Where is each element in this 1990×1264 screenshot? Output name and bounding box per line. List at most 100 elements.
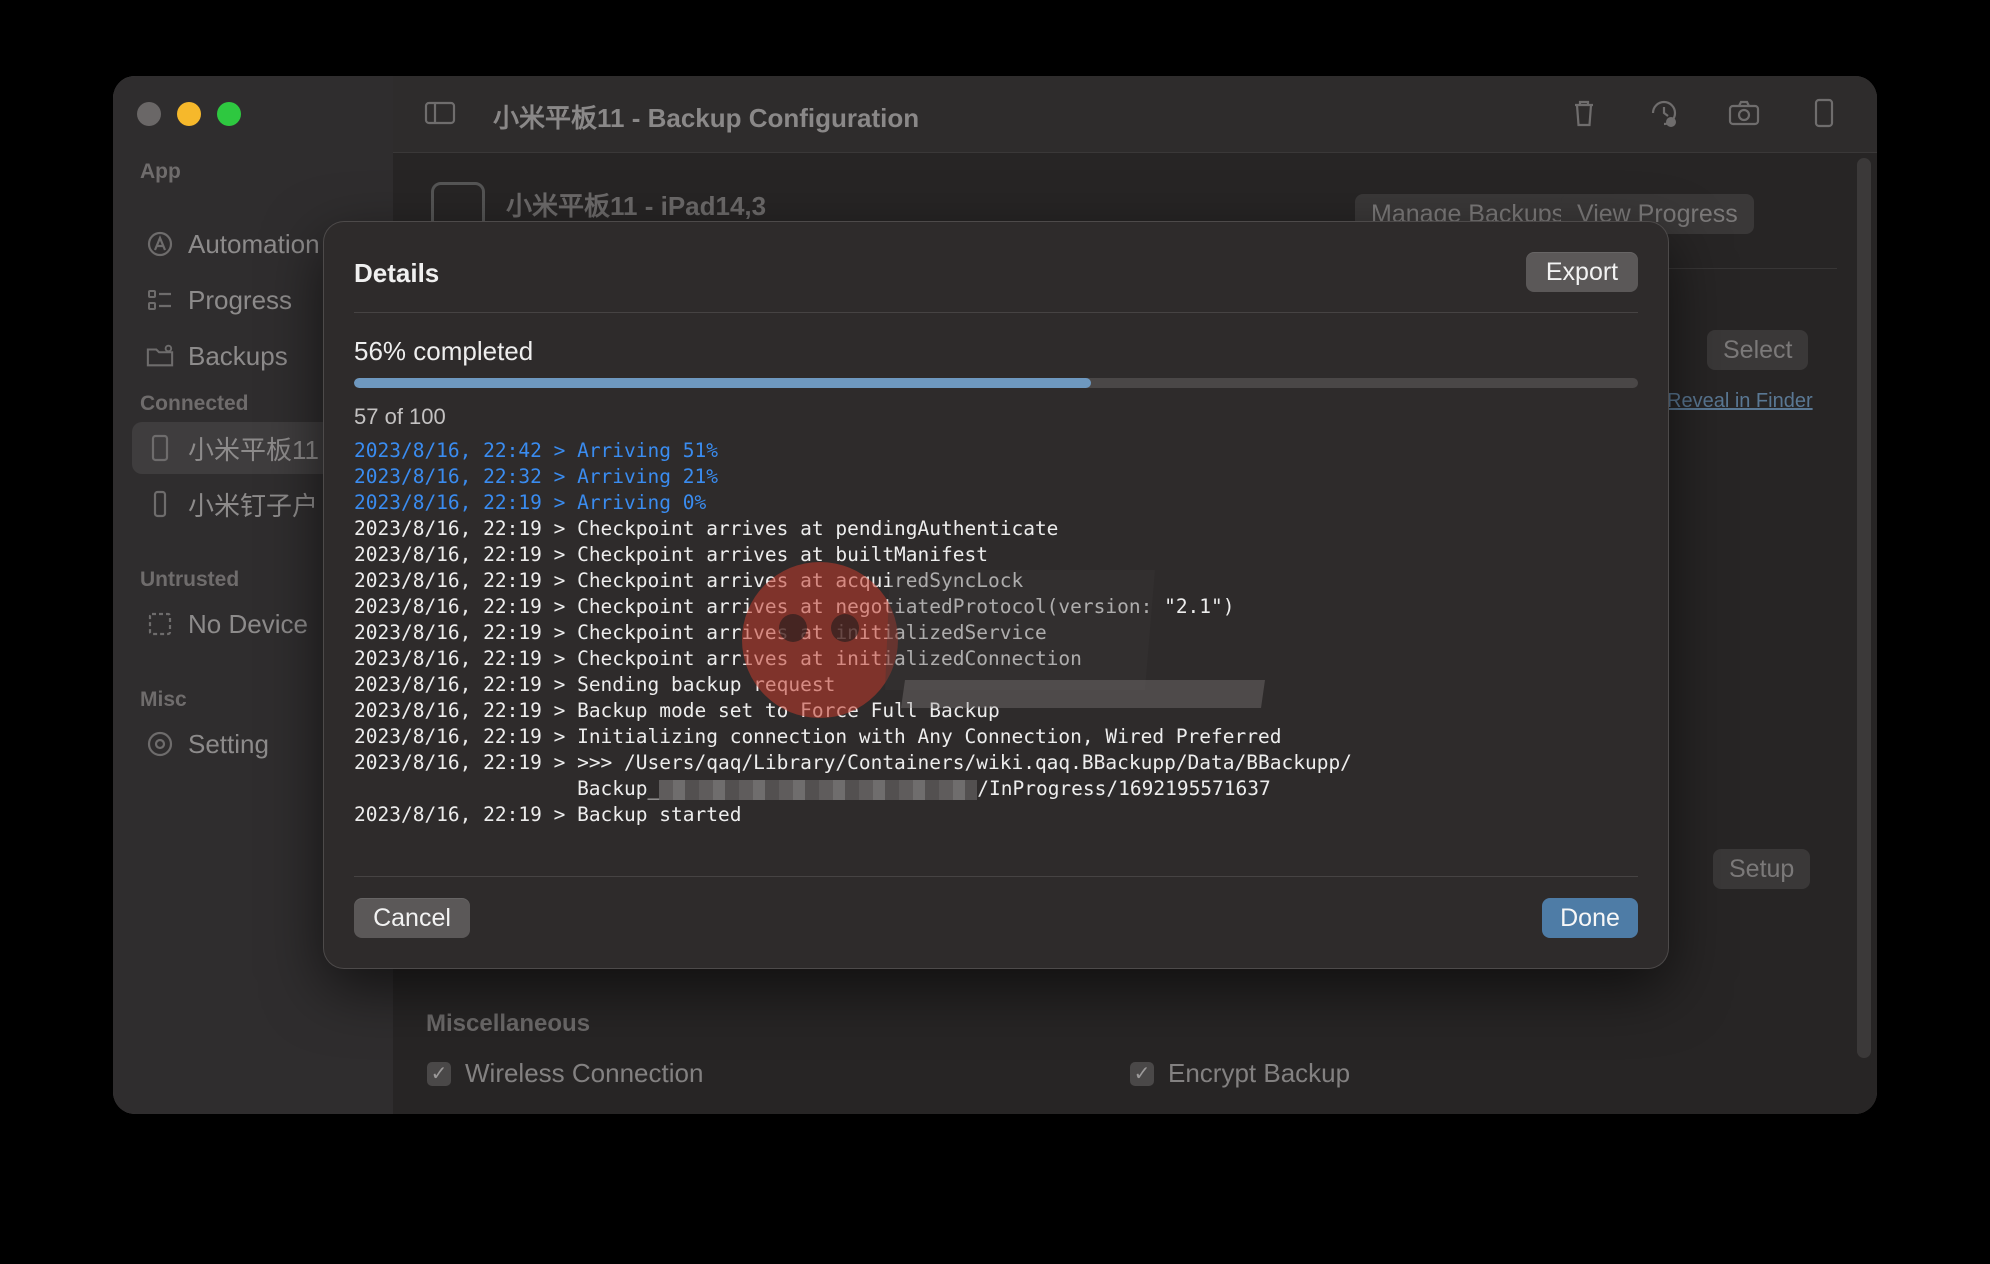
details-dialog: Details Export 56% completed 57 of 100 2… <box>324 222 1668 968</box>
log-timestamp: 2023/8/16, 22:19 <box>354 725 542 748</box>
log-message: Backup started <box>577 803 742 826</box>
sidebar-item-label: Automation <box>188 228 320 259</box>
scrollbar[interactable] <box>1857 158 1871 1058</box>
done-button[interactable]: Done <box>1542 898 1638 938</box>
log-line: 2023/8/16, 22:42 > Arriving 51% <box>354 438 1352 464</box>
sidebar-item-label: Backups <box>188 340 288 371</box>
window-title: 小米平板11 - Backup Configuration <box>493 103 920 133</box>
export-button[interactable]: Export <box>1526 252 1638 292</box>
progress-count: 57 of 100 <box>354 404 446 429</box>
log-message: Initializing connection with Any Connect… <box>577 725 1282 748</box>
tablet-icon <box>146 434 174 462</box>
log-separator: > <box>541 751 578 774</box>
checkmark-icon: ✓ <box>427 1061 451 1086</box>
dialog-divider <box>354 312 1638 313</box>
log-line: 2023/8/16, 22:19 > Checkpoint arrives at… <box>354 542 1352 568</box>
log-separator: > <box>541 621 578 644</box>
log-line: 2023/8/16, 22:19 > Sending backup reques… <box>354 672 1352 698</box>
sidebar-toggle-icon[interactable] <box>423 96 457 130</box>
sidebar-item-label: No Device <box>188 608 308 639</box>
log-message: Arriving 0% <box>577 491 707 514</box>
log-message: Checkpoint arrives at negotiatedProtocol… <box>577 595 1235 618</box>
log-timestamp: 2023/8/16, 22:19 <box>354 803 542 826</box>
dashed-square-icon <box>146 610 174 638</box>
log-message: Sending backup request <box>577 673 836 696</box>
maximize-button[interactable] <box>217 102 241 126</box>
log-line: 2023/8/16, 22:19 > Backup mode set to Fo… <box>354 698 1352 724</box>
log-message: /InProgress/1692195571637 <box>977 777 1271 800</box>
log-line: 2023/8/16, 22:19 > Checkpoint arrives at… <box>354 516 1352 542</box>
redacted-id <box>659 779 978 800</box>
close-button[interactable] <box>137 102 161 126</box>
sidebar-section-connected: Connected <box>140 392 249 415</box>
minimize-button[interactable] <box>177 102 201 126</box>
cancel-button[interactable]: Cancel <box>354 898 470 938</box>
log-timestamp: 2023/8/16, 22:19 <box>354 517 542 540</box>
log-separator: > <box>541 543 578 566</box>
sidebar-item-label: 小米钉子户 <box>188 490 319 521</box>
miscellaneous-title: Miscellaneous <box>426 1010 591 1037</box>
log-message: Checkpoint arrives at pendingAuthenticat… <box>577 517 1059 540</box>
log-separator: > <box>541 517 578 540</box>
log-timestamp: 2023/8/16, 22:32 <box>354 465 542 488</box>
log-timestamp: 2023/8/16, 22:19 <box>354 699 542 722</box>
select-button[interactable]: Select <box>1707 330 1809 370</box>
log-separator: > <box>541 647 578 670</box>
log-separator: > <box>541 465 578 488</box>
sidebar-item-label: Setting <box>188 728 269 759</box>
log-message: Arriving 21% <box>577 465 718 488</box>
log-message: Arriving 51% <box>577 439 718 462</box>
log-message: Checkpoint arrives at acquiredSyncLock <box>577 569 1024 592</box>
log-message: Checkpoint arrives at initializedService <box>577 621 1047 644</box>
progress-percent: 56% completed <box>354 336 534 366</box>
log-timestamp: 2023/8/16, 22:42 <box>354 439 542 462</box>
device-icon[interactable] <box>1807 96 1841 130</box>
dialog-divider <box>354 876 1638 877</box>
device-name: 小米平板11 - iPad14,3 <box>506 191 767 221</box>
reveal-in-finder-link[interactable]: Reveal in Finder <box>1667 390 1813 413</box>
sidebar-item-label: Progress <box>188 284 293 315</box>
log-line: 2023/8/16, 22:19 > Checkpoint arrives at… <box>354 594 1352 620</box>
sidebar-section-misc: Misc <box>140 688 187 711</box>
phone-icon <box>146 490 174 518</box>
camera-icon[interactable] <box>1727 96 1761 130</box>
log-line: 2023/8/16, 22:19 > Checkpoint arrives at… <box>354 568 1352 594</box>
log-line: 2023/8/16, 22:19 > >>> /Users/qaq/Librar… <box>354 750 1352 776</box>
log-separator: > <box>541 673 578 696</box>
log-timestamp: 2023/8/16, 22:19 <box>354 621 542 644</box>
log-separator: > <box>541 699 578 722</box>
encrypt-backup-checkbox[interactable]: ✓ Encrypt Backup <box>1130 1058 1350 1089</box>
log-separator: > <box>541 569 578 592</box>
sidebar-section-untrusted: Untrusted <box>140 568 240 591</box>
progress-bar <box>354 378 1638 388</box>
history-icon[interactable] <box>1647 96 1681 130</box>
log-separator: > <box>541 595 578 618</box>
log-timestamp: 2023/8/16, 22:19 <box>354 543 542 566</box>
checkmark-icon: ✓ <box>1130 1061 1154 1086</box>
log-timestamp: 2023/8/16, 22:19 <box>354 595 542 618</box>
automation-icon <box>146 230 174 258</box>
log-separator: > <box>541 491 578 514</box>
log-line: 2023/8/16, 22:19 > Checkpoint arrives at… <box>354 646 1352 672</box>
log-output: 2023/8/16, 22:42 > Arriving 51% 2023/8/16… <box>354 438 1352 828</box>
wireless-connection-checkbox[interactable]: ✓ Wireless Connection <box>427 1058 703 1089</box>
folder-icon <box>146 342 174 370</box>
log-line: 2023/8/16, 22:32 > Arriving 21% <box>354 464 1352 490</box>
progress-list-icon <box>146 286 174 314</box>
log-message: Checkpoint arrives at initializedConnect… <box>577 647 1082 670</box>
log-message: Backup mode set to Force Full Backup <box>577 699 1000 722</box>
log-timestamp: 2023/8/16, 22:19 <box>354 569 542 592</box>
progress-fill <box>354 378 1092 388</box>
log-line: 2023/8/16, 22:19 > Arriving 0% <box>354 490 1352 516</box>
log-separator: > <box>541 803 578 826</box>
setup-button[interactable]: Setup <box>1713 849 1811 889</box>
log-line: 2023/8/16, 22:19 > Backup started <box>354 802 1352 828</box>
title-bar: 小米平板11 - Backup Configuration <box>393 76 1877 153</box>
log-line: 2023/8/16, 22:19 > Initializing connecti… <box>354 724 1352 750</box>
log-line: 2023/8/16, 22:19 > Checkpoint arrives at… <box>354 620 1352 646</box>
log-timestamp: 2023/8/16, 22:19 <box>354 491 542 514</box>
dialog-title: Details <box>354 258 440 288</box>
trash-icon[interactable] <box>1567 96 1601 130</box>
log-timestamp: 2023/8/16, 22:19 <box>354 751 542 774</box>
log-separator: > <box>541 439 578 462</box>
